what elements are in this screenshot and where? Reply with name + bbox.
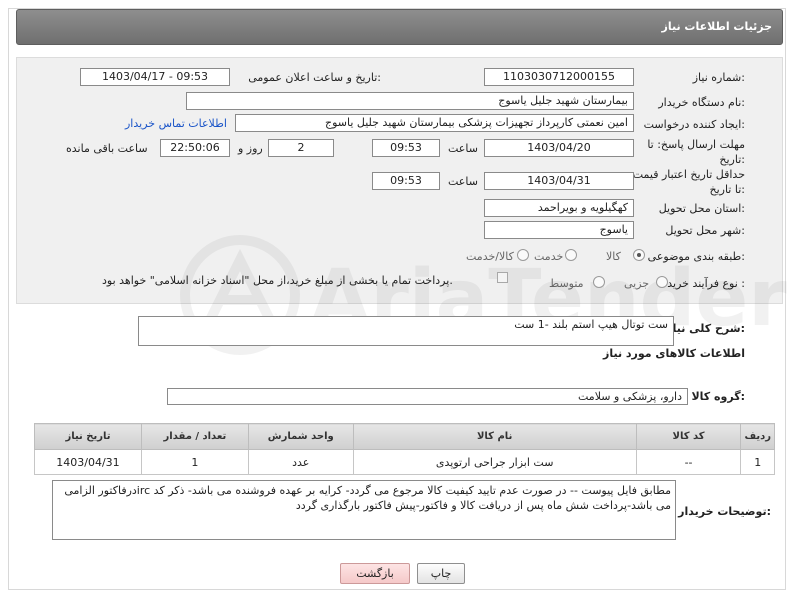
goods-group-label: گروه کالا: — [691, 390, 745, 403]
table-row: 1 -- ست ابزار جراحی ارتوپدی عدد 1 1403/0… — [34, 449, 775, 475]
col-unit-header: واحد شمارش — [247, 423, 354, 450]
description-field[interactable]: ست توتال هیپ استم بلند -1 ست — [138, 316, 674, 346]
reply-deadline-time-label: ساعت — [448, 142, 478, 155]
category-option-goods: کالا — [606, 250, 621, 263]
category-radio-service[interactable] — [565, 249, 577, 261]
category-radio-goods-service[interactable] — [517, 249, 529, 261]
cell-date: 1403/04/31 — [34, 449, 142, 475]
requester-label: ایجاد کننده درخواست: — [643, 118, 745, 131]
category-option-goods-service: کالا/خدمت — [466, 250, 514, 263]
category-radio-goods[interactable] — [633, 249, 645, 261]
reply-deadline-date: 1403/04/20 — [484, 139, 634, 157]
cell-qty: 1 — [140, 449, 249, 475]
purchase-radio-minor[interactable] — [656, 276, 668, 288]
treasury-note: پرداخت تمام یا بخشی از مبلغ خرید،از محل … — [102, 274, 453, 287]
buyer-contact-link[interactable]: اطلاعات تماس خریدار — [125, 117, 227, 130]
city-field: یاسوج — [484, 221, 634, 239]
price-validity-label: حداقل تاریخ اعتبار قیمت: تا تاریخ: — [629, 168, 745, 196]
cell-row: 1 — [740, 449, 775, 475]
reply-deadline-time: 09:53 — [372, 139, 440, 157]
goods-table: ردیف کد کالا نام کالا واحد شمارش تعداد /… — [34, 423, 775, 475]
col-code-header: کد کالا — [635, 423, 742, 450]
col-row-header: ردیف — [740, 423, 775, 450]
need-number-label: شماره نیاز: — [692, 71, 745, 84]
cell-code: -- — [635, 449, 742, 475]
category-option-service: خدمت — [534, 250, 564, 263]
col-qty-header: تعداد / مقدار — [140, 423, 249, 450]
reply-days-field: 2 — [268, 139, 334, 157]
province-label: استان محل تحویل: — [658, 202, 745, 215]
city-label: شهر محل تحویل: — [665, 224, 745, 237]
purchase-type-label: نوع فرآیند خرید : — [667, 277, 745, 290]
price-validity-date: 1403/04/31 — [484, 172, 634, 190]
buyer-notes-label: توضیحات خریدار: — [678, 505, 771, 518]
price-validity-time-label: ساعت — [448, 175, 478, 188]
cell-name: ست ابزار جراحی ارتوپدی — [352, 449, 637, 475]
back-button[interactable]: بازگشت — [340, 563, 410, 584]
cell-unit: عدد — [247, 449, 354, 475]
print-button[interactable]: چاپ — [417, 563, 465, 584]
announce-datetime-label: تاریخ و ساعت اعلان عمومی: — [248, 71, 381, 84]
category-label: طبقه بندی موضوعی: — [647, 250, 745, 263]
need-number-field: 1103030712000155 — [484, 68, 634, 86]
goods-section-title: اطلاعات کالاهای مورد نیاز — [603, 347, 745, 360]
buyer-notes-field[interactable]: مطابق فایل پیوست -- در صورت عدم تایید کی… — [52, 480, 676, 540]
province-field: کهگیلویه و بویراحمد — [484, 199, 634, 217]
remaining-time-field: 22:50:06 — [160, 139, 230, 157]
reply-deadline-label: مهلت ارسال پاسخ: تا تاریخ: — [647, 138, 745, 166]
col-name-header: نام کالا — [352, 423, 637, 450]
buyer-org-field: بیمارستان شهید جلیل یاسوج — [186, 92, 634, 110]
remaining-time-label: ساعت باقی مانده — [66, 142, 148, 155]
price-validity-time: 09:53 — [372, 172, 440, 190]
col-date-header: تاریخ نیاز — [34, 423, 142, 450]
treasury-checkbox[interactable] — [497, 272, 508, 283]
reply-days-label: روز و — [238, 142, 263, 155]
purchase-radio-medium[interactable] — [593, 276, 605, 288]
purchase-option-medium: متوسط — [549, 277, 584, 290]
page-title: جزئیات اطلاعات نیاز — [16, 9, 783, 45]
goods-group-field: دارو، پزشکی و سلامت — [167, 388, 688, 405]
description-label: شرح کلی نیاز: — [666, 322, 745, 335]
requester-field: امین نعمتی کارپرداز تجهیزات پزشکی بیمارس… — [235, 114, 634, 132]
purchase-option-minor: جزیی — [624, 277, 650, 290]
announce-datetime-field: 1403/04/17 - 09:53 — [80, 68, 230, 86]
buyer-org-label: نام دستگاه خریدار: — [658, 96, 745, 109]
